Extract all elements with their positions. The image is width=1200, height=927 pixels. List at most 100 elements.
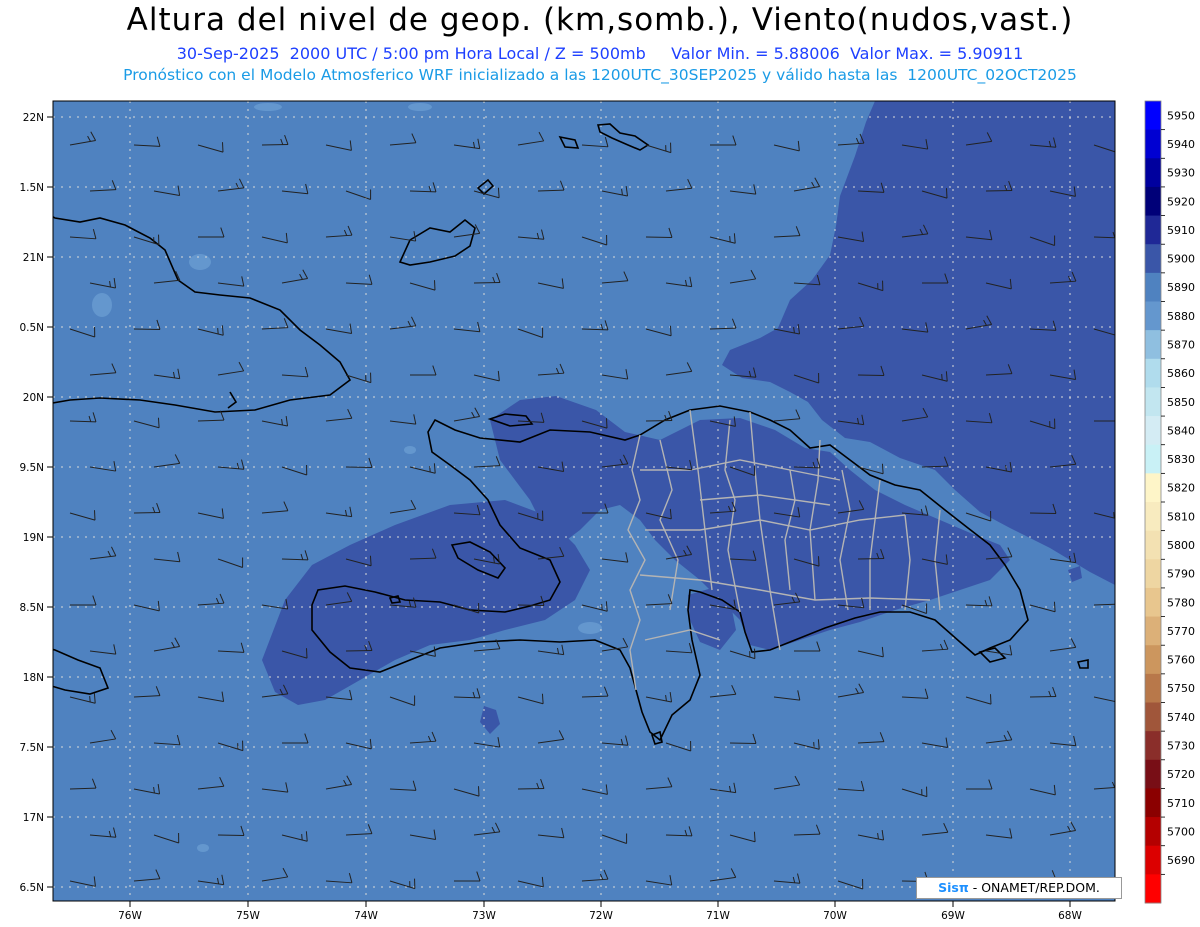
colorbar-swatch [1145, 416, 1161, 446]
low-field-5880-patch [408, 103, 432, 111]
colorbar-swatch [1145, 272, 1161, 302]
wind-barb-flag [729, 236, 731, 243]
wind-barb-flag [669, 325, 672, 336]
lat-tick-label: 9.5N [19, 462, 44, 474]
wind-barb-flag [157, 417, 160, 428]
colorbar-swatch [1145, 101, 1161, 131]
lon-tick-label: 71W [706, 910, 730, 922]
lon-tick-label: 69W [941, 910, 965, 922]
colorbar-swatch [1145, 759, 1161, 789]
wind-barb-flag [429, 466, 431, 473]
wind-barb-flag [601, 604, 603, 611]
wind-barb-flag [1117, 228, 1120, 238]
low-field-5880-patch [404, 446, 416, 454]
colorbar-level-label: 5820 [1167, 482, 1195, 495]
colorbar-level-label: 5850 [1167, 396, 1195, 409]
wind-barb-flag [89, 696, 91, 703]
low-field-5880-patch [189, 254, 211, 270]
lat-tick-label: 17N [23, 812, 44, 824]
colorbar-swatch [1145, 502, 1161, 532]
colorbar-level-label: 5760 [1167, 654, 1195, 667]
colorbar-level-label: 5910 [1167, 224, 1195, 237]
low-field-5880-patch [254, 103, 282, 111]
wind-barb-flag [813, 742, 815, 749]
lon-tick-label: 68W [1058, 910, 1082, 922]
low-field-5880-patch [197, 844, 209, 852]
colorbar-swatch [1145, 186, 1161, 217]
colorbar-swatch [1145, 244, 1161, 274]
colorbar-level-label: 5690 [1167, 854, 1195, 867]
lon-tick-label: 76W [118, 910, 142, 922]
wind-barb-flag [217, 328, 219, 335]
credit-text: - ONAMET/REP.DOM. [968, 880, 1100, 895]
lon-tick-label: 75W [236, 910, 260, 922]
geopotential-map: 22N 1.5N 21N 0.5N 20N 9.5N 19N 8.5N 18N 7.5N 17N 6.… [19, 100, 1195, 922]
colorbar-level-label: 5750 [1167, 682, 1195, 695]
lat-tick-label: 8.5N [19, 602, 44, 614]
wind-barb-flag [941, 374, 943, 381]
lat-tick-label: 0.5N [19, 322, 44, 334]
wind-barb-flag [1113, 512, 1115, 519]
colorbar-level-label: 5790 [1167, 568, 1195, 581]
colorbar-swatch [1145, 215, 1161, 245]
colorbar-swatch [1145, 129, 1161, 159]
colorbar-level-label: 5840 [1167, 424, 1195, 437]
wind-barb-flag [1116, 595, 1120, 604]
colorbar-swatch [1145, 358, 1161, 388]
low-field-5880-patch [92, 293, 112, 317]
wind-barb-flag [541, 693, 544, 704]
lat-tick-label: 20N [23, 392, 44, 404]
colorbar-level-label: 5930 [1167, 167, 1195, 180]
wind-barb-flag [301, 834, 303, 841]
colorbar-level-label: 5880 [1167, 310, 1195, 323]
colorbar-swatch [1145, 387, 1161, 417]
colorbar-level-label: 5720 [1167, 768, 1195, 781]
colorbar-swatch [1145, 788, 1161, 818]
colorbar: 5950 5940 5930 5920 5910 5900 5890 5880 5870 5860… [1144, 100, 1195, 904]
colorbar-level-label: 5770 [1167, 625, 1195, 638]
colorbar-level-label: 5870 [1167, 338, 1195, 351]
colorbar-swatch [1145, 673, 1161, 703]
colorbar-swatch [1145, 616, 1161, 646]
lat-tick-label: 21N [23, 252, 44, 264]
colorbar-level-label: 5740 [1167, 711, 1195, 724]
colorbar-level-label: 5710 [1167, 797, 1195, 810]
longitude-axis: 76W 75W 74W 73W 72W 71W 70W 69W 68W [118, 901, 1082, 922]
colorbar-swatch [1145, 473, 1161, 503]
colorbar-swatch [1145, 845, 1161, 875]
colorbar-level-label: 5940 [1167, 138, 1195, 151]
lon-tick-label: 72W [589, 910, 613, 922]
wind-barb-flag [369, 555, 372, 566]
colorbar-level-label: 5890 [1167, 281, 1195, 294]
wind-barb-flag [1117, 412, 1120, 421]
colorbar-level-label: 5700 [1167, 825, 1195, 838]
colorbar-swatch [1145, 559, 1161, 589]
sispi-logo: Sisπ [938, 880, 969, 895]
colorbar-level-label: 5860 [1167, 367, 1195, 380]
credit-box: Sisπ - ONAMET/REP.DOM. [916, 877, 1122, 899]
colorbar-level-label: 5830 [1167, 453, 1195, 466]
lat-tick-label: 1.5N [19, 182, 44, 194]
colorbar-swatch [1145, 587, 1161, 618]
lat-tick-label: 19N [23, 532, 44, 544]
colorbar-swatch [1145, 158, 1161, 188]
lat-tick-label: 22N [23, 112, 44, 124]
wind-barb-flag [1116, 778, 1120, 787]
lon-tick-label: 73W [472, 910, 496, 922]
latitude-axis: 22N 1.5N 21N 0.5N 20N 9.5N 19N 8.5N 18N 7.5N 17N 6.… [19, 112, 53, 894]
lat-tick-label: 7.5N [19, 742, 44, 754]
lon-tick-label: 70W [823, 910, 847, 922]
colorbar-swatch [1145, 874, 1161, 904]
low-field-5880-patch [578, 622, 602, 634]
lat-tick-label: 6.5N [19, 882, 44, 894]
colorbar-level-label: 5950 [1167, 109, 1195, 122]
colorbar-swatch [1145, 330, 1161, 360]
colorbar-swatch [1145, 530, 1161, 560]
colorbar-level-label: 5900 [1167, 253, 1195, 266]
colorbar-swatch [1145, 301, 1161, 331]
colorbar-swatch [1145, 817, 1161, 847]
wind-barb-flag [497, 187, 500, 198]
wind-barb-flag [1053, 601, 1056, 612]
colorbar-swatch [1145, 702, 1161, 732]
colorbar-level-label: 5730 [1167, 739, 1195, 752]
